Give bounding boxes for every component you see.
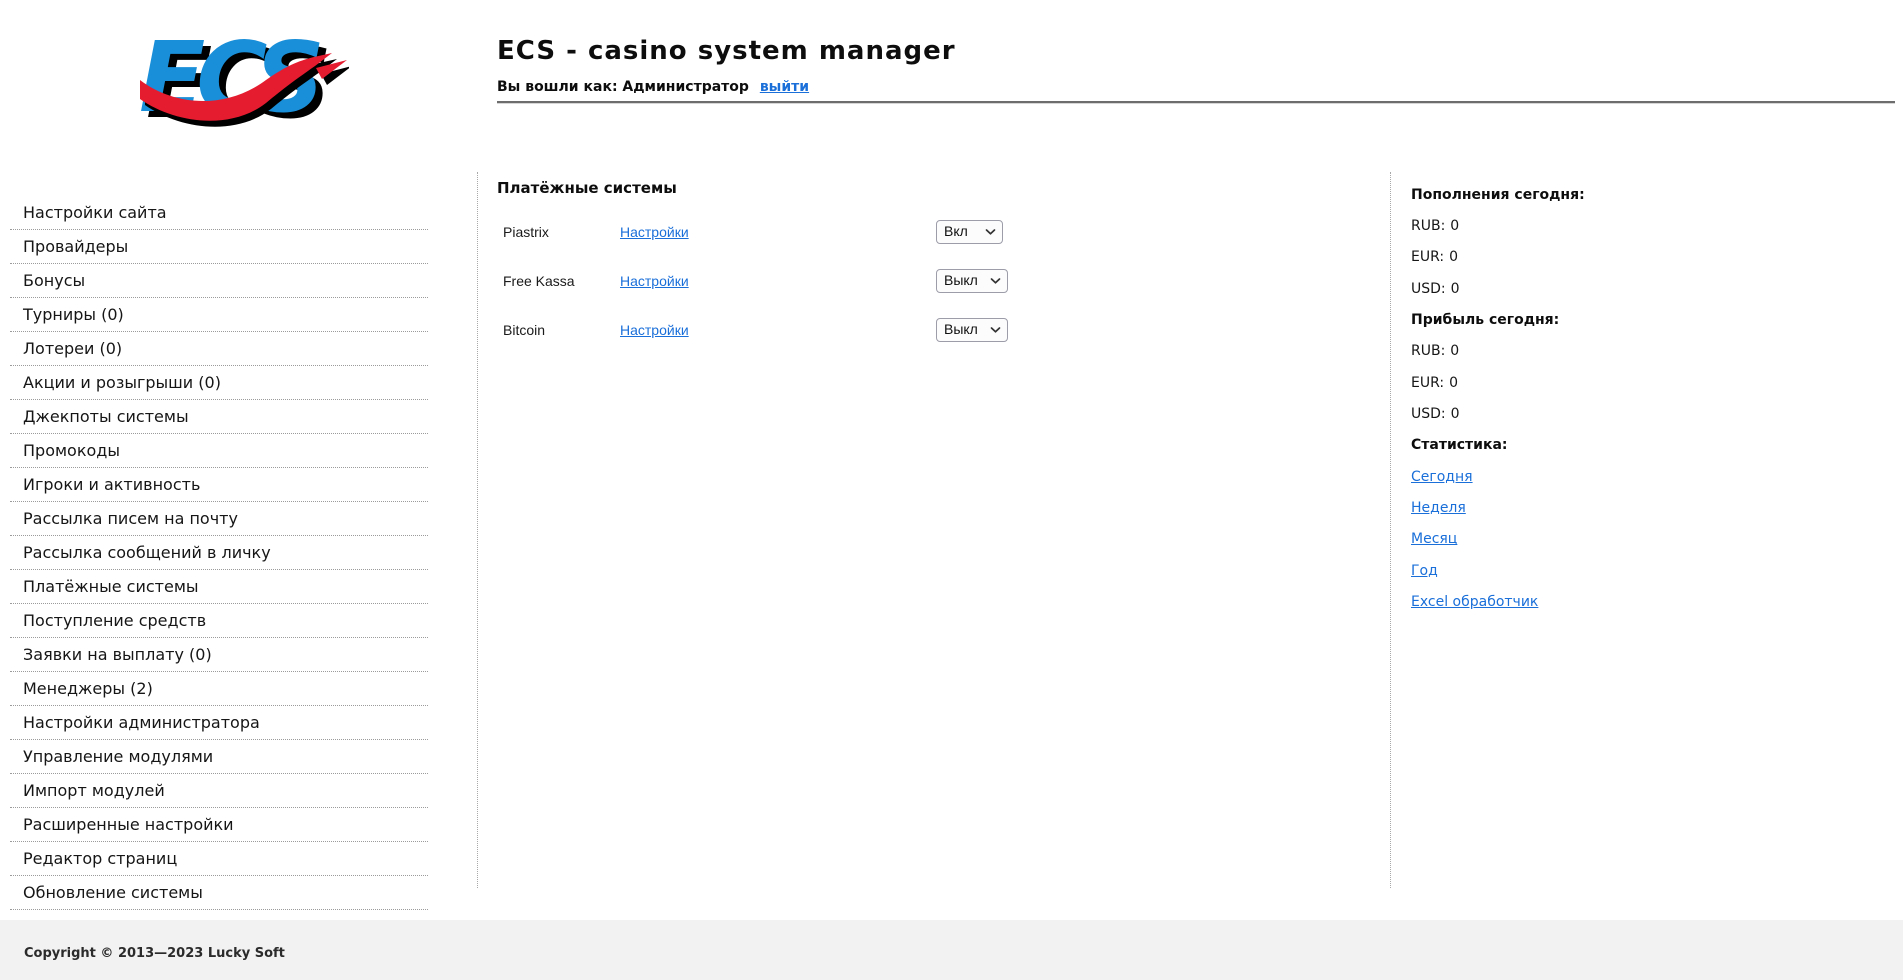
profit-rub: RUB: 0	[1411, 336, 1711, 367]
statistics-heading: Статистика:	[1411, 437, 1508, 454]
stats-panel: Пополнения сегодня: RUB: 0 EUR: 0 USD: 0…	[1411, 179, 1711, 618]
currency-label: EUR:	[1411, 374, 1445, 391]
sidebar-item-email-mailing[interactable]: Рассылка писем на почту	[10, 502, 428, 536]
sidebar-item-incoming-funds[interactable]: Поступление средств	[10, 604, 428, 638]
currency-label: RUB:	[1411, 343, 1446, 360]
payment-state-select-wrap: Вкл	[936, 219, 1003, 244]
page-title: ECS - casino system manager	[497, 36, 956, 66]
sidebar-item-providers[interactable]: Провайдеры	[10, 230, 428, 264]
stats-link-month[interactable]: Месяц	[1411, 531, 1457, 547]
payment-row-bitcoin: Bitcoin Настройки Выкл	[497, 305, 1057, 354]
payment-state-select-wrap: Выкл	[936, 268, 1008, 293]
currency-value: 0	[1450, 280, 1460, 297]
section-title-payment-systems: Платёжные системы	[497, 179, 677, 197]
deposits-usd: USD: 0	[1411, 273, 1711, 304]
currency-label: USD:	[1411, 406, 1446, 423]
deposits-eur: EUR: 0	[1411, 242, 1711, 273]
payment-state-select[interactable]: Выкл	[936, 317, 1008, 342]
stats-link-excel[interactable]: Excel обработчик	[1411, 594, 1538, 610]
payment-row-piastrix: Piastrix Настройки Вкл	[497, 207, 1057, 256]
sidebar-item-tournaments[interactable]: Турниры (0)	[10, 298, 428, 332]
currency-value: 0	[1450, 406, 1460, 423]
currency-label: RUB:	[1411, 218, 1446, 235]
ecs-logo: ECS ECS	[134, 16, 352, 148]
sidebar-item-module-management[interactable]: Управление модулями	[10, 740, 428, 774]
currency-value: 0	[1450, 218, 1460, 235]
sidebar-item-system-update[interactable]: Обновление системы	[10, 876, 428, 910]
stats-link-year[interactable]: Год	[1411, 563, 1438, 579]
deposits-rub: RUB: 0	[1411, 210, 1711, 241]
sidebar-item-payment-systems[interactable]: Платёжные системы	[10, 570, 428, 604]
login-status-label: Вы вошли как: Администратор	[497, 79, 749, 95]
sidebar-item-lotteries[interactable]: Лотереи (0)	[10, 332, 428, 366]
sidebar-menu: Настройки сайта Провайдеры Бонусы Турнир…	[10, 196, 428, 910]
stats-link-today[interactable]: Сегодня	[1411, 469, 1473, 485]
profit-eur: EUR: 0	[1411, 367, 1711, 398]
currency-value: 0	[1450, 343, 1460, 360]
sidebar-item-bonuses[interactable]: Бонусы	[10, 264, 428, 298]
stats-link-week[interactable]: Неделя	[1411, 500, 1466, 516]
footer: Copyright © 2013—2023 Lucky Soft	[0, 920, 1903, 980]
left-content-divider	[477, 172, 478, 888]
payment-name: Piastrix	[503, 223, 549, 240]
payment-settings-link[interactable]: Настройки	[620, 322, 689, 338]
payment-settings-link[interactable]: Настройки	[620, 273, 689, 289]
sidebar-item-pm-mailing[interactable]: Рассылка сообщений в личку	[10, 536, 428, 570]
sidebar-item-promotions[interactable]: Акции и розыгрыши (0)	[10, 366, 428, 400]
right-content-divider	[1390, 172, 1391, 888]
currency-label: EUR:	[1411, 249, 1445, 266]
sidebar-item-jackpots[interactable]: Джекпоты системы	[10, 400, 428, 434]
sidebar-item-promocodes[interactable]: Промокоды	[10, 434, 428, 468]
sidebar-item-advanced-settings[interactable]: Расширенные настройки	[10, 808, 428, 842]
sidebar-item-admin-settings[interactable]: Настройки администратора	[10, 706, 428, 740]
currency-value: 0	[1449, 374, 1459, 391]
payment-state-select[interactable]: Выкл	[936, 268, 1008, 293]
sidebar-item-site-settings[interactable]: Настройки сайта	[10, 196, 428, 230]
logout-link[interactable]: выйти	[760, 79, 809, 95]
ecs-logo-image: ECS ECS	[139, 21, 352, 140]
profit-today-heading: Прибыль сегодня:	[1411, 312, 1560, 329]
sidebar-item-players[interactable]: Игроки и активность	[10, 468, 428, 502]
payment-name: Free Kassa	[503, 272, 575, 289]
sidebar-item-module-import[interactable]: Импорт модулей	[10, 774, 428, 808]
payment-systems-list: Piastrix Настройки Вкл Free Kassa Настро…	[497, 207, 1057, 354]
currency-value: 0	[1449, 249, 1459, 266]
payment-name: Bitcoin	[503, 321, 546, 338]
sidebar-item-page-editor[interactable]: Редактор страниц	[10, 842, 428, 876]
copyright-text: Copyright © 2013—2023 Lucky Soft	[24, 946, 285, 961]
header-divider	[497, 101, 1895, 104]
sidebar-item-payout-requests[interactable]: Заявки на выплату (0)	[10, 638, 428, 672]
currency-label: USD:	[1411, 280, 1446, 297]
login-status: Вы вошли как: Администратор выйти	[497, 79, 809, 95]
payment-state-select[interactable]: Вкл	[936, 219, 1003, 244]
payment-state-select-wrap: Выкл	[936, 317, 1008, 342]
payment-row-freekassa: Free Kassa Настройки Выкл	[497, 256, 1057, 305]
sidebar-item-managers[interactable]: Менеджеры (2)	[10, 672, 428, 706]
profit-usd: USD: 0	[1411, 398, 1711, 429]
payment-settings-link[interactable]: Настройки	[620, 224, 689, 240]
deposits-today-heading: Пополнения сегодня:	[1411, 186, 1585, 203]
